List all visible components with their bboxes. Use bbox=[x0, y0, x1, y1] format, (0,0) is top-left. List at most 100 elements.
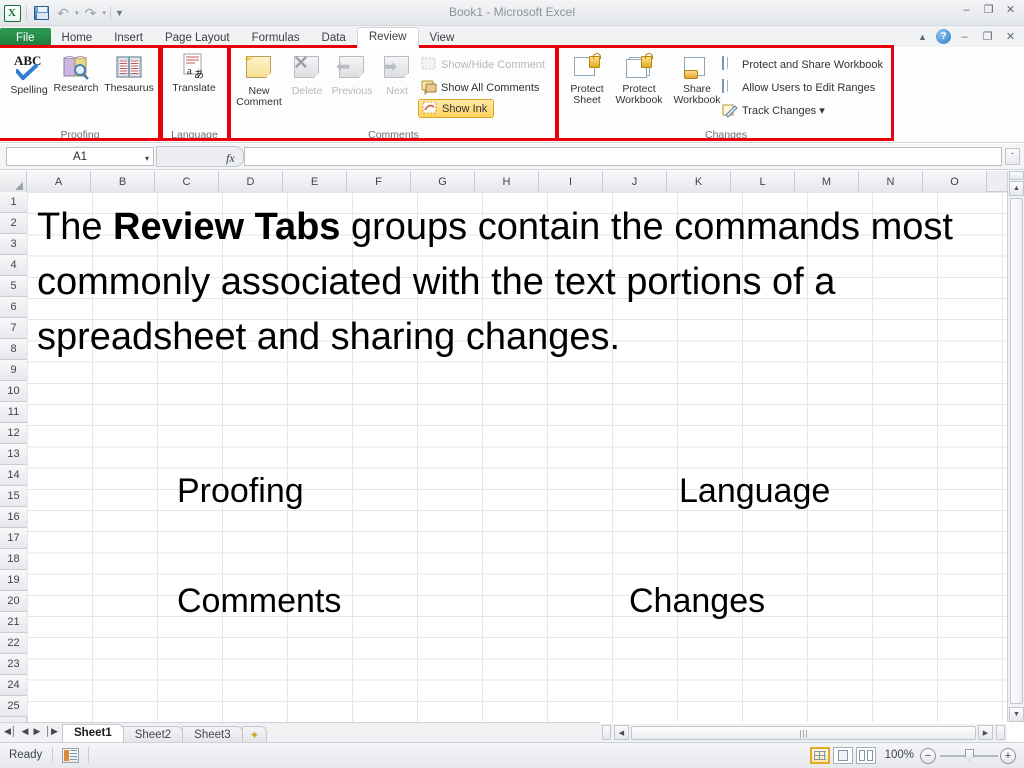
row-header-3[interactable]: 3 bbox=[0, 234, 27, 255]
row-header-8[interactable]: 8 bbox=[0, 339, 27, 360]
tab-file[interactable]: File bbox=[0, 28, 51, 48]
row-header-7[interactable]: 7 bbox=[0, 318, 27, 339]
horizontal-scroll-thumb[interactable] bbox=[631, 726, 976, 740]
previous-sheet-icon[interactable]: ◀ bbox=[22, 726, 29, 737]
row-header-24[interactable]: 24 bbox=[0, 675, 27, 696]
row-header-10[interactable]: 10 bbox=[0, 381, 27, 402]
vertical-scroll-thumb[interactable] bbox=[1010, 198, 1023, 704]
row-header-1[interactable]: 1 bbox=[0, 192, 27, 213]
row-header-4[interactable]: 4 bbox=[0, 255, 27, 276]
sheet-tab-sheet1[interactable]: Sheet1 bbox=[62, 724, 124, 743]
zoom-out-button[interactable]: − bbox=[920, 748, 936, 764]
row-header-20[interactable]: 20 bbox=[0, 591, 27, 612]
tab-insert[interactable]: Insert bbox=[103, 29, 154, 48]
row-header-14[interactable]: 14 bbox=[0, 465, 27, 486]
track-changes-item[interactable]: Track Changes ▾ bbox=[722, 101, 825, 120]
tab-split-handle[interactable] bbox=[602, 725, 611, 740]
tab-data[interactable]: Data bbox=[311, 29, 357, 48]
protect-workbook-button[interactable]: Protect Workbook bbox=[611, 53, 667, 106]
expand-formula-bar-icon[interactable]: ˇ bbox=[1005, 148, 1020, 165]
row-header-25[interactable]: 25 bbox=[0, 696, 27, 717]
tab-view[interactable]: View bbox=[419, 29, 466, 48]
close-icon[interactable]: ✕ bbox=[1001, 2, 1020, 17]
thesaurus-button[interactable]: Thesaurus bbox=[101, 53, 157, 94]
horizontal-scrollbar[interactable]: ◀ ▶ bbox=[600, 724, 1007, 742]
research-button[interactable]: Research bbox=[48, 53, 104, 94]
next-comment-button[interactable]: ➡ Next bbox=[369, 55, 425, 97]
column-header-d[interactable]: D bbox=[219, 171, 283, 192]
row-header-19[interactable]: 19 bbox=[0, 570, 27, 591]
column-header-f[interactable]: F bbox=[347, 171, 411, 192]
formula-input[interactable] bbox=[244, 147, 1002, 166]
insert-worksheet-icon[interactable]: ✦ bbox=[241, 726, 268, 743]
restore-icon[interactable]: ❐ bbox=[979, 2, 998, 17]
scroll-left-icon[interactable]: ◀ bbox=[614, 725, 629, 740]
column-header-n[interactable]: N bbox=[859, 171, 923, 192]
share-workbook-button[interactable]: Share Workbook bbox=[669, 55, 725, 106]
show-all-comments-item[interactable]: Show All Comments bbox=[421, 78, 539, 97]
tab-review[interactable]: Review bbox=[356, 27, 419, 48]
column-header-c[interactable]: C bbox=[155, 171, 219, 192]
allow-users-edit-ranges-item[interactable]: Allow Users to Edit Ranges bbox=[722, 78, 875, 97]
doc-minimize-icon[interactable]: – bbox=[955, 29, 974, 44]
zoom-level-label[interactable]: 100% bbox=[885, 749, 914, 761]
next-sheet-icon[interactable]: ▶ bbox=[33, 726, 40, 737]
scroll-down-icon[interactable]: ▼ bbox=[1009, 707, 1024, 722]
row-header-21[interactable]: 21 bbox=[0, 612, 27, 633]
tab-formulas[interactable]: Formulas bbox=[241, 29, 311, 48]
vertical-scrollbar[interactable]: ▲ ▼ bbox=[1007, 171, 1024, 722]
row-header-17[interactable]: 17 bbox=[0, 528, 27, 549]
tab-home[interactable]: Home bbox=[51, 29, 104, 48]
sheet-tab-sheet3[interactable]: Sheet3 bbox=[182, 726, 243, 743]
record-macro-icon[interactable] bbox=[62, 748, 79, 763]
row-header-6[interactable]: 6 bbox=[0, 297, 27, 318]
last-sheet-icon[interactable]: │▶ bbox=[45, 726, 58, 737]
translate-button[interactable]: a あ Translate bbox=[166, 53, 222, 94]
page-break-preview-button[interactable] bbox=[856, 747, 876, 764]
column-header-l[interactable]: L bbox=[731, 171, 795, 192]
name-box-caret-icon[interactable]: ▾ bbox=[145, 154, 149, 163]
column-header-b[interactable]: B bbox=[91, 171, 155, 192]
split-pane-handle[interactable] bbox=[1009, 171, 1024, 180]
row-header-5[interactable]: 5 bbox=[0, 276, 27, 297]
sheet-tab-sheet2[interactable]: Sheet2 bbox=[122, 726, 184, 743]
minimize-icon[interactable]: – bbox=[957, 2, 976, 17]
scroll-end-handle[interactable] bbox=[996, 725, 1005, 740]
protect-sheet-button[interactable]: Protect Sheet bbox=[559, 53, 615, 106]
collapse-ribbon-icon[interactable]: ▲ bbox=[913, 29, 932, 44]
column-header-k[interactable]: K bbox=[667, 171, 731, 192]
column-header-j[interactable]: J bbox=[603, 171, 667, 192]
insert-function-icon[interactable]: fx bbox=[226, 151, 235, 166]
select-all-button[interactable] bbox=[0, 171, 27, 192]
column-header-o[interactable]: O bbox=[923, 171, 987, 192]
tab-page-layout[interactable]: Page Layout bbox=[154, 29, 241, 48]
name-box[interactable]: A1 ▾ bbox=[6, 147, 154, 166]
row-header-22[interactable]: 22 bbox=[0, 633, 27, 654]
row-header-13[interactable]: 13 bbox=[0, 444, 27, 465]
normal-view-button[interactable] bbox=[810, 747, 830, 764]
protect-share-workbook-item[interactable]: Protect and Share Workbook bbox=[722, 55, 883, 74]
show-hide-comment-item[interactable]: Show/Hide Comment bbox=[421, 55, 545, 74]
row-header-12[interactable]: 12 bbox=[0, 423, 27, 444]
row-header-18[interactable]: 18 bbox=[0, 549, 27, 570]
row-header-16[interactable]: 16 bbox=[0, 507, 27, 528]
zoom-slider-thumb[interactable] bbox=[965, 749, 974, 762]
worksheet-canvas[interactable]: The Review Tabs groups contain the comma… bbox=[27, 192, 1007, 722]
column-header-h[interactable]: H bbox=[475, 171, 539, 192]
show-ink-item[interactable]: Show Ink bbox=[418, 99, 495, 118]
first-sheet-icon[interactable]: ◀│ bbox=[4, 726, 17, 737]
row-header-9[interactable]: 9 bbox=[0, 360, 27, 381]
row-header-2[interactable]: 2 bbox=[0, 213, 27, 234]
column-header-m[interactable]: M bbox=[795, 171, 859, 192]
help-icon[interactable]: ? bbox=[936, 29, 951, 44]
doc-close-icon[interactable]: ✕ bbox=[1001, 29, 1020, 44]
column-header-e[interactable]: E bbox=[283, 171, 347, 192]
zoom-in-button[interactable]: + bbox=[1000, 748, 1016, 764]
row-header-23[interactable]: 23 bbox=[0, 654, 27, 675]
row-header-15[interactable]: 15 bbox=[0, 486, 27, 507]
doc-restore-icon[interactable]: ❐ bbox=[978, 29, 997, 44]
scroll-right-icon[interactable]: ▶ bbox=[978, 725, 993, 740]
row-header-11[interactable]: 11 bbox=[0, 402, 27, 423]
column-header-g[interactable]: G bbox=[411, 171, 475, 192]
column-header-a[interactable]: A bbox=[27, 171, 91, 192]
